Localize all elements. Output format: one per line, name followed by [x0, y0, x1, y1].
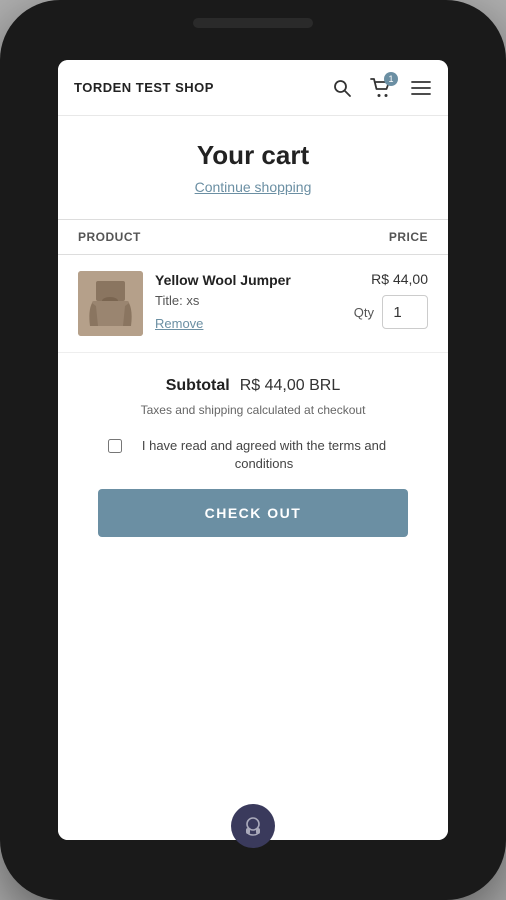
menu-button[interactable] — [410, 79, 432, 97]
subtotal-section: Subtotal R$ 44,00 BRL Taxes and shipping… — [58, 353, 448, 567]
product-image — [78, 271, 143, 336]
product-price: R$ 44,00 — [371, 271, 428, 287]
tax-note: Taxes and shipping calculated at checkou… — [78, 403, 428, 417]
terms-row: I have read and agreed with the terms an… — [78, 437, 428, 489]
continue-shopping-button[interactable]: Continue shopping — [195, 179, 312, 195]
product-thumbnail — [78, 271, 143, 336]
cart-button[interactable]: 1 — [370, 78, 392, 98]
cart-table-header: PRODUCT PRICE — [58, 219, 448, 255]
cart-badge-count: 1 — [384, 72, 398, 86]
headset-icon — [242, 815, 264, 837]
product-details: Yellow Wool Jumper Title: xs Remove — [155, 271, 342, 331]
brand-name: TORDEN TEST SHOP — [74, 80, 214, 95]
phone-device: TORDEN TEST SHOP 1 — [0, 0, 506, 900]
product-variant: Title: xs — [155, 293, 342, 308]
price-column-header: PRICE — [389, 230, 428, 244]
search-button[interactable] — [332, 78, 352, 98]
nav-icons: 1 — [332, 78, 432, 98]
phone-screen: TORDEN TEST SHOP 1 — [58, 60, 448, 840]
cart-header: Your cart Continue shopping — [58, 116, 448, 209]
remove-item-button[interactable]: Remove — [155, 316, 203, 331]
menu-icon — [410, 79, 432, 97]
search-icon — [332, 78, 352, 98]
subtotal-label: Subtotal — [166, 377, 230, 395]
cart-item: Yellow Wool Jumper Title: xs Remove R$ 4… — [58, 255, 448, 353]
qty-input[interactable] — [382, 295, 428, 329]
terms-text: I have read and agreed with the terms an… — [130, 437, 398, 473]
variant-value: xs — [186, 293, 199, 308]
bottom-float-button[interactable] — [231, 804, 275, 848]
subtotal-row: Subtotal R$ 44,00 BRL — [78, 377, 428, 395]
product-name: Yellow Wool Jumper — [155, 271, 342, 289]
terms-checkbox[interactable] — [108, 439, 122, 453]
product-column-header: PRODUCT — [78, 230, 141, 244]
cart-title: Your cart — [78, 140, 428, 171]
qty-label: Qty — [354, 305, 374, 320]
product-price-qty: R$ 44,00 Qty — [354, 271, 428, 329]
qty-container: Qty — [354, 295, 428, 329]
checkout-button[interactable]: CHECK OUT — [98, 489, 408, 537]
main-content: Your cart Continue shopping PRODUCT PRIC… — [58, 116, 448, 840]
variant-label: Title: — [155, 293, 183, 308]
subtotal-value: R$ 44,00 BRL — [240, 377, 341, 395]
nav-bar: TORDEN TEST SHOP 1 — [58, 60, 448, 116]
